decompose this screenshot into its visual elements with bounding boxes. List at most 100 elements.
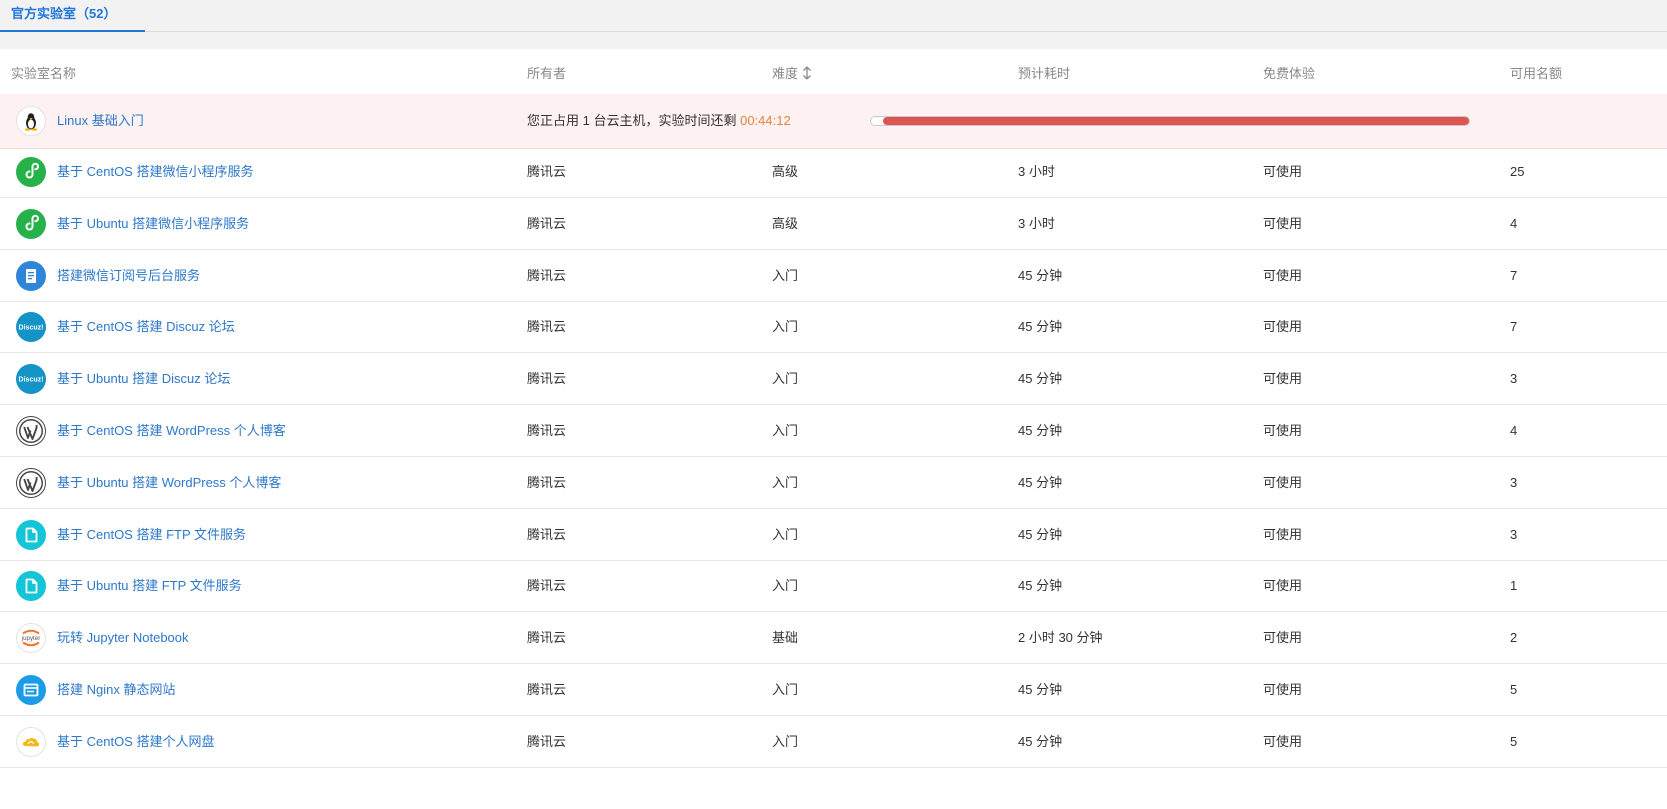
lab-difficulty: 入门: [772, 267, 799, 283]
lab-free-trial: 可使用: [1263, 319, 1303, 335]
table-row: 基于 Ubuntu 搭建 FTP 文件服务 腾讯云 入门 45 分钟 可使用 1: [0, 560, 1667, 613]
lab-duration: 45 分钟: [1018, 474, 1063, 490]
lab-quota: 5: [1510, 682, 1518, 697]
time-progress-bar: [870, 116, 1470, 126]
lab-difficulty: 入门: [772, 319, 799, 335]
occupancy-status-text: 您正占用 1 台云主机，实验时间还剩: [527, 113, 737, 128]
lab-duration: 3 小时: [1018, 215, 1055, 231]
lab-free-trial: 可使用: [1263, 164, 1303, 179]
svg-text:jupyter: jupyter: [21, 635, 41, 642]
lab-name-link[interactable]: 基于 Ubuntu 搭建 WordPress 个人博客: [57, 457, 281, 508]
tab-bar: 官方实验室（52）: [0, 0, 1667, 32]
countdown-timer: 00:44:12: [740, 113, 791, 128]
browser-window-icon: [16, 675, 46, 705]
table-row: 基于 Ubuntu 搭建 WordPress 个人博客 腾讯云 入门 45 分钟 可使用…: [0, 457, 1667, 509]
lab-free-trial: 可使用: [1263, 371, 1303, 387]
lab-duration: 45 分钟: [1018, 578, 1063, 594]
cloud-drive-icon: [16, 726, 46, 757]
lab-duration: 2 小时 30 分钟: [1018, 630, 1103, 646]
lab-quota: 5: [1510, 733, 1518, 749]
lab-owner: 腾讯云: [527, 371, 567, 387]
svg-text:Discuz!: Discuz!: [19, 377, 44, 384]
lab-owner: 腾讯云: [527, 215, 567, 231]
lab-name-link[interactable]: 基于 Ubuntu 搭建 FTP 文件服务: [57, 560, 242, 611]
column-header-name: 实验室名称: [11, 66, 77, 81]
lab-name-link[interactable]: 玩转 Jupyter Notebook: [57, 612, 189, 663]
lab-quota: 3: [1510, 474, 1518, 490]
lab-owner: 腾讯云: [527, 733, 567, 749]
lab-name-link[interactable]: 基于 Ubuntu 搭建 Discuz 论坛: [57, 353, 230, 404]
lab-difficulty: 入门: [772, 423, 799, 438]
lab-free-trial: 可使用: [1263, 423, 1303, 438]
lab-quota: 3: [1510, 371, 1518, 387]
lab-quota: 7: [1510, 319, 1518, 335]
time-progress-fill: [882, 117, 1469, 125]
lab-name-link[interactable]: 基于 CentOS 搭建 WordPress 个人博客: [57, 405, 286, 456]
document-icon: [16, 260, 46, 291]
lab-quota: 7: [1510, 267, 1518, 283]
table-row: Discuz! 基于 Ubuntu 搭建 Discuz 论坛 腾讯云 入门 45 分钟 可…: [0, 353, 1667, 406]
lab-name-link[interactable]: 基于 Ubuntu 搭建微信小程序服务: [57, 198, 249, 249]
column-header-quota: 可用名额: [1510, 66, 1563, 81]
lab-difficulty: 入门: [772, 682, 799, 697]
jupyter-logo-icon: jupyter: [16, 623, 46, 654]
lab-duration: 45 分钟: [1018, 423, 1063, 438]
lab-quota: 1: [1510, 578, 1518, 594]
lab-duration: 45 分钟: [1018, 319, 1063, 335]
lab-duration: 45 分钟: [1018, 733, 1063, 749]
column-header-duration: 预计耗时: [1018, 66, 1071, 81]
table-row: 基于 CentOS 搭建微信小程序服务 腾讯云 高级 3 小时 可使用 25: [0, 146, 1667, 198]
lab-free-trial: 可使用: [1263, 526, 1303, 542]
occupancy-status: 您正占用 1 台云主机，实验时间还剩 00:44:12: [527, 94, 791, 148]
column-header-free: 免费体验: [1263, 66, 1316, 81]
tab-official-labs[interactable]: 官方实验室（52）: [0, 0, 145, 32]
lab-free-trial: 可使用: [1263, 474, 1303, 490]
lab-quota: 2: [1510, 630, 1518, 646]
lab-difficulty: 入门: [772, 371, 799, 387]
lab-name-link[interactable]: 基于 CentOS 搭建 FTP 文件服务: [57, 509, 246, 560]
lab-name-link[interactable]: 搭建 Nginx 静态网站: [57, 664, 175, 715]
lab-difficulty: 基础: [772, 630, 799, 646]
lab-duration: 3 小时: [1018, 164, 1055, 179]
table-row: jupyter 玩转 Jupyter Notebook 腾讯云 基础 2 小时 30 分…: [0, 612, 1667, 665]
column-header-owner: 所有者: [527, 66, 567, 81]
file-icon: [16, 571, 46, 602]
lab-owner: 腾讯云: [527, 630, 567, 646]
table-row: 基于 CentOS 搭建 WordPress 个人博客 腾讯云 入门 45 分钟 可使用…: [0, 405, 1667, 457]
lab-difficulty: 入门: [772, 578, 799, 594]
lab-difficulty: 高级: [772, 215, 799, 231]
wordpress-logo-icon: [16, 416, 46, 446]
lab-name-link[interactable]: 搭建微信订阅号后台服务: [57, 250, 200, 301]
lab-name-link[interactable]: Linux 基础入门: [57, 94, 144, 148]
lab-free-trial: 可使用: [1263, 267, 1303, 283]
lab-name-link[interactable]: 基于 CentOS 搭建微信小程序服务: [57, 146, 253, 197]
column-header-difficulty[interactable]: 难度: [772, 49, 813, 99]
column-header-difficulty-label: 难度: [772, 66, 799, 81]
lab-name-link[interactable]: 基于 CentOS 搭建个人网盘: [57, 716, 214, 767]
wechat-miniprogram-icon: [16, 208, 46, 239]
sort-icon: [803, 66, 811, 80]
lab-free-trial: 可使用: [1263, 682, 1303, 697]
lab-quota: 4: [1510, 423, 1518, 438]
linux-penguin-icon: [16, 106, 46, 136]
table-header: 实验室名称 所有者 难度 预计耗时 免费体验 可用名额: [0, 49, 1667, 99]
lab-owner: 腾讯云: [527, 423, 567, 438]
discuz-logo-icon: Discuz!: [16, 364, 46, 395]
lab-name-link[interactable]: 基于 CentOS 搭建 Discuz 论坛: [57, 301, 235, 352]
table-row: 搭建 Nginx 静态网站 腾讯云 入门 45 分钟 可使用 5: [0, 664, 1667, 716]
table-row: 基于 CentOS 搭建个人网盘 腾讯云 入门 45 分钟 可使用 5: [0, 716, 1667, 768]
wordpress-logo-icon: [16, 467, 46, 498]
lab-duration: 45 分钟: [1018, 526, 1063, 542]
lab-difficulty: 高级: [772, 164, 799, 179]
lab-duration: 45 分钟: [1018, 371, 1063, 387]
lab-free-trial: 可使用: [1263, 630, 1303, 646]
lab-quota: 4: [1510, 215, 1518, 231]
table-row: Discuz! 基于 CentOS 搭建 Discuz 论坛 腾讯云 入门 45 分钟 可…: [0, 301, 1667, 354]
lab-quota: 25: [1510, 164, 1525, 179]
lab-free-trial: 可使用: [1263, 733, 1303, 749]
svg-text:Discuz!: Discuz!: [19, 325, 44, 332]
lab-duration: 45 分钟: [1018, 682, 1063, 697]
lab-difficulty: 入门: [772, 474, 799, 490]
table-row: 基于 Ubuntu 搭建微信小程序服务 腾讯云 高级 3 小时 可使用 4: [0, 198, 1667, 250]
lab-owner: 腾讯云: [527, 474, 567, 490]
